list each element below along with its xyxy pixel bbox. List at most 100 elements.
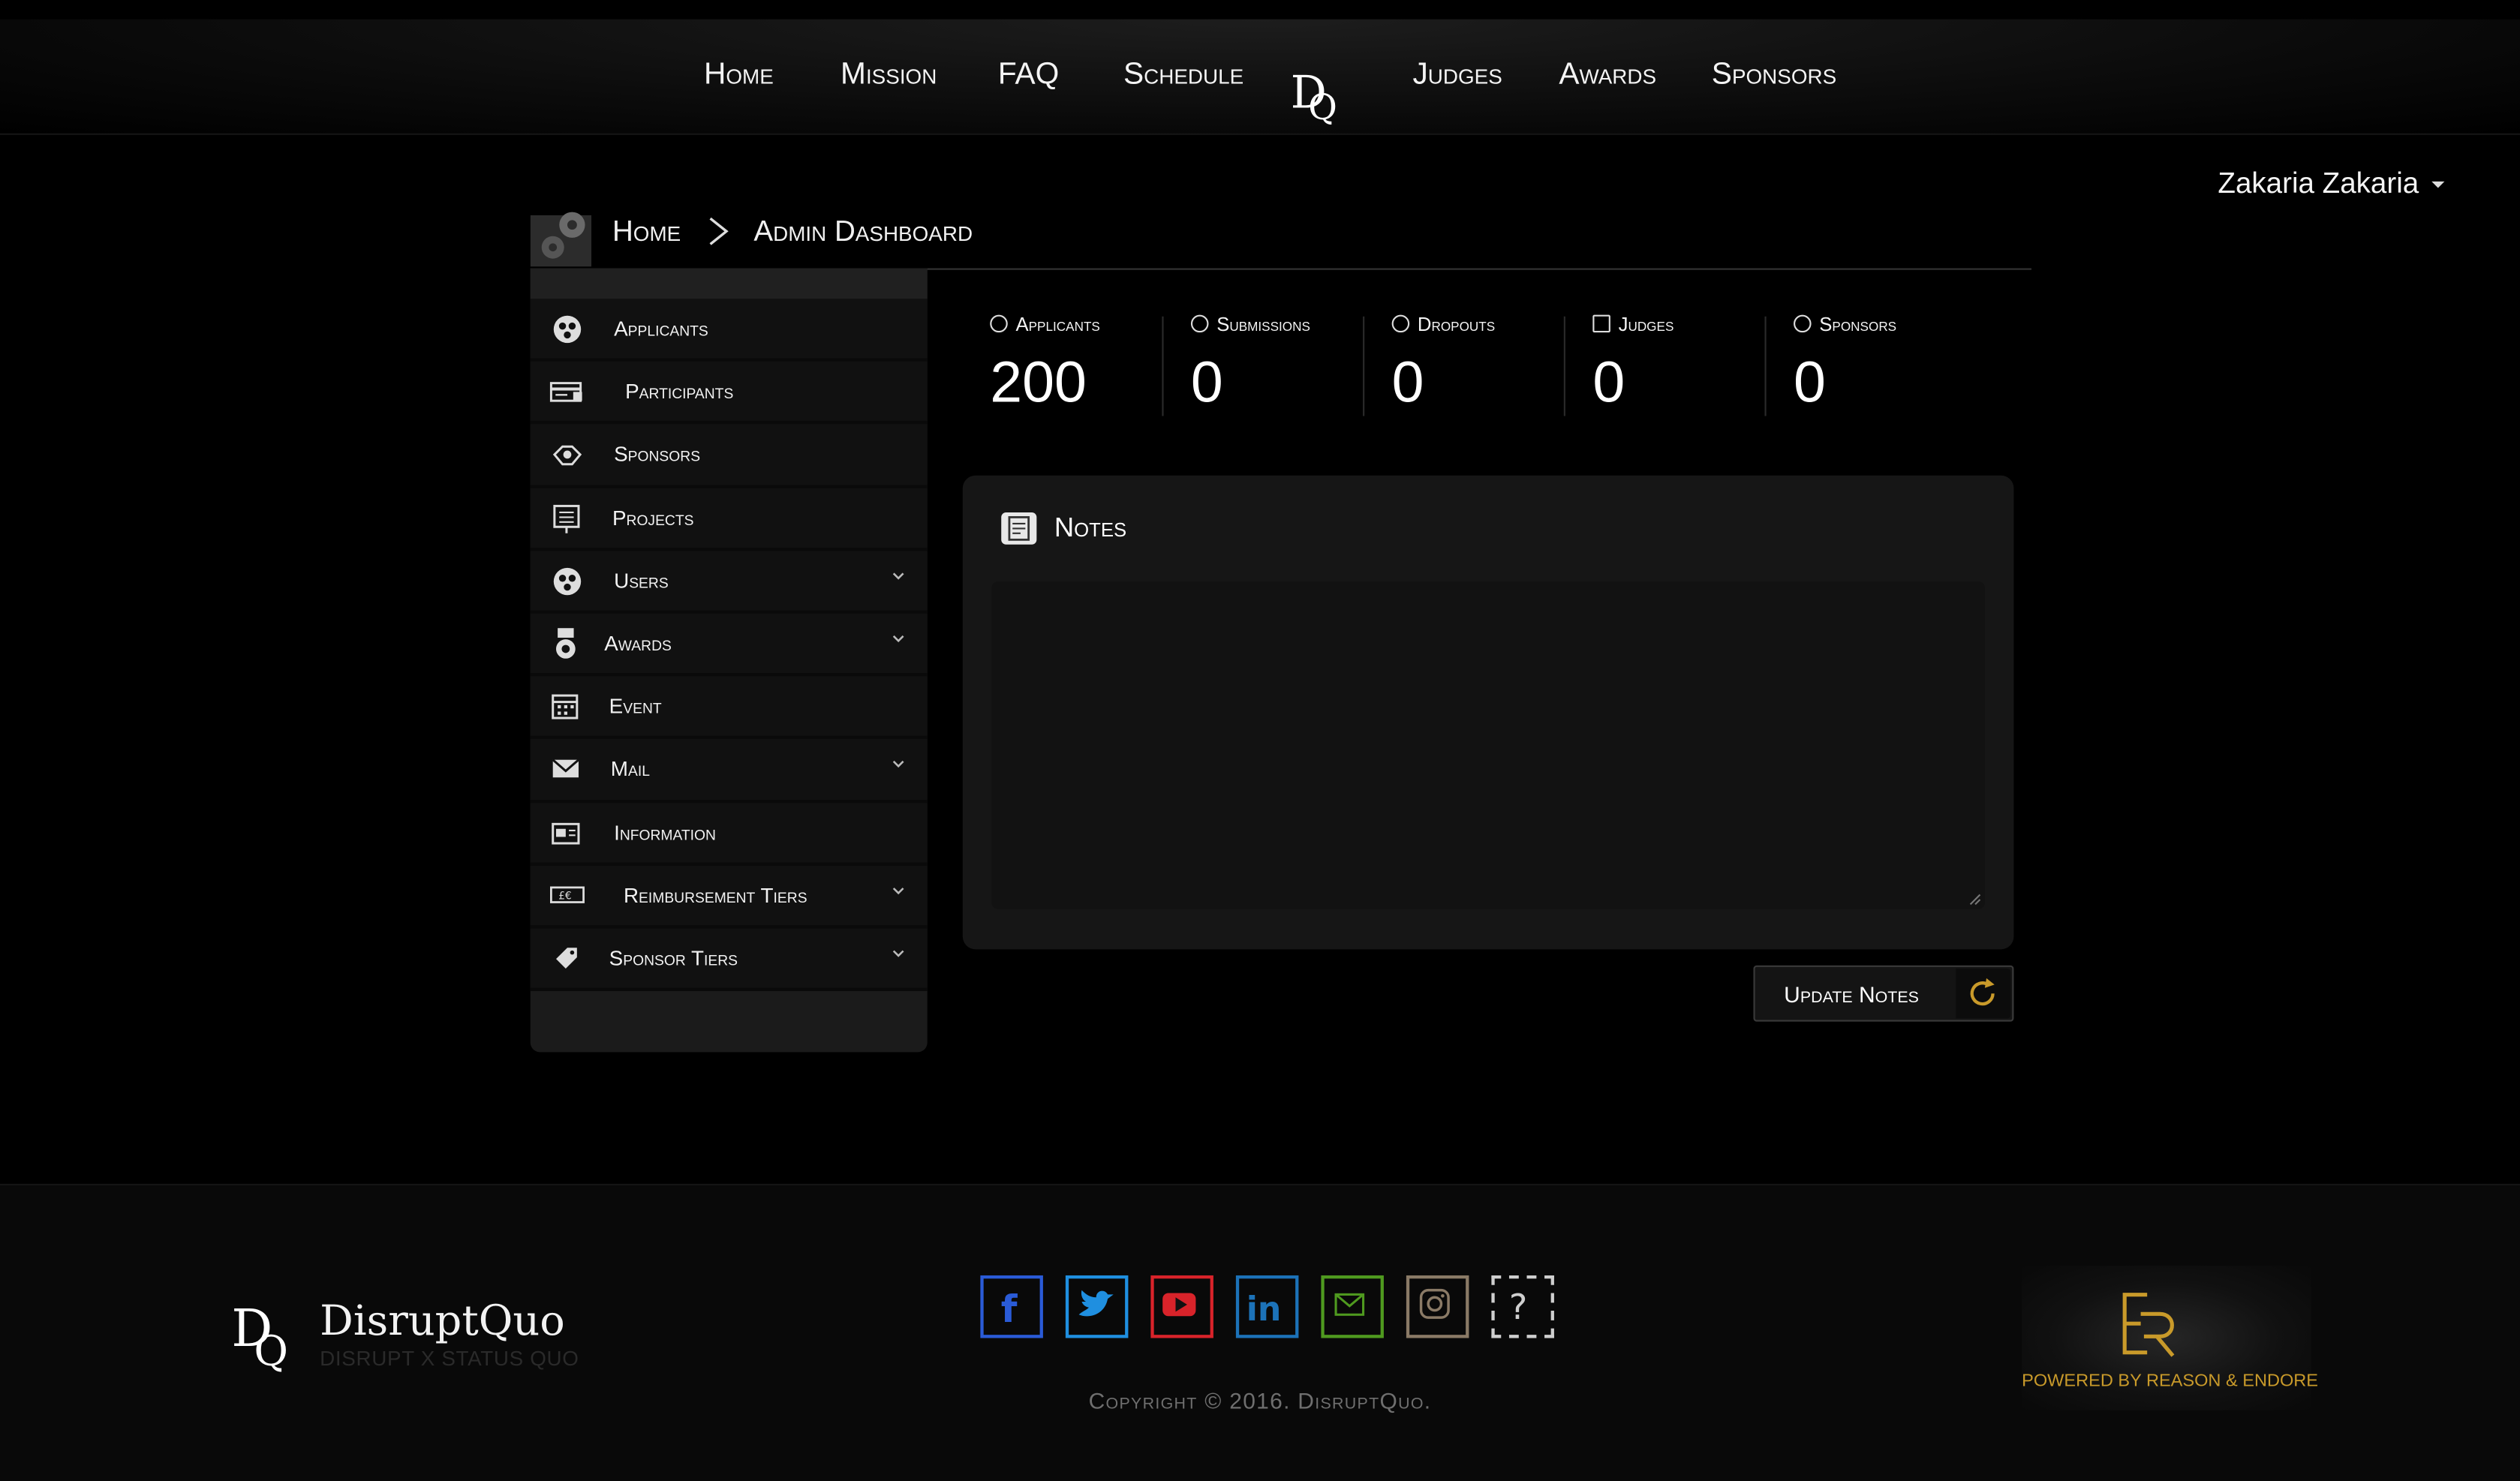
medal-icon <box>555 627 576 659</box>
notes-panel: Notes <box>962 475 2014 950</box>
linkedin-icon[interactable]: in <box>1235 1275 1299 1338</box>
sidebar-item-participants[interactable]: Participants <box>530 362 928 425</box>
youtube-icon[interactable] <box>1150 1275 1213 1338</box>
nav-faq[interactable]: FAQ <box>998 58 1059 93</box>
sidebar-item-label: Users <box>614 568 669 593</box>
sidebar: Applicants Participants Sponsors Project… <box>530 268 928 1053</box>
nav-schedule[interactable]: Schedule <box>1123 58 1243 93</box>
update-notes-label: Update Notes <box>1784 981 1919 1008</box>
user-menu[interactable]: Zakaria Zakaria <box>2218 167 2445 201</box>
nav-home[interactable]: Home <box>704 58 774 93</box>
svg-text:?: ? <box>1509 1287 1527 1327</box>
stat-value: 0 <box>1391 348 1424 415</box>
stat-value: 200 <box>990 348 1087 415</box>
refresh-icon <box>1956 969 2011 1019</box>
stat-applicants: Applicants 200 <box>990 310 1183 416</box>
dq-footer-logo-icon: D Q <box>231 1299 288 1376</box>
sidebar-item-sponsor-tiers[interactable]: Sponsor Tiers <box>530 928 928 992</box>
handshake-icon <box>1794 314 1812 333</box>
calendar-icon <box>552 694 579 719</box>
dropouts-icon <box>1391 314 1410 333</box>
chevron-down-icon <box>892 950 904 957</box>
footer-brand: DisruptQuo <box>320 1297 565 1347</box>
svg-text:Q: Q <box>1308 86 1337 128</box>
breadcrumb-current: Admin Dashboard <box>753 215 973 248</box>
presentation-icon <box>1592 314 1610 333</box>
stat-dropouts: Dropouts 0 <box>1391 310 1585 416</box>
id-card-icon <box>549 382 582 403</box>
stat-submissions: Submissions 0 <box>1190 310 1384 416</box>
chevron-right-icon <box>709 217 729 245</box>
stat-value: 0 <box>1592 348 1625 415</box>
powered-by-badge[interactable]: POWERED BY REASON & ENDORE <box>2022 1266 2319 1410</box>
sidebar-item-label: Mail <box>610 757 650 782</box>
nav-awards[interactable]: Awards <box>1559 58 1656 93</box>
sidebar-header <box>530 268 928 299</box>
chevron-down-icon <box>892 887 904 894</box>
sidebar-item-mail[interactable]: Mail <box>530 739 928 803</box>
twitter-icon[interactable] <box>1065 1275 1129 1338</box>
chevron-down-icon <box>892 761 904 768</box>
stat-divider <box>1764 316 1767 416</box>
help-icon[interactable]: ? <box>1491 1275 1554 1338</box>
chevron-down-icon <box>892 572 904 580</box>
nav-judges[interactable]: Judges <box>1412 58 1502 93</box>
notes-title: Notes <box>1054 512 1127 543</box>
powered-by-text: POWERED BY REASON & ENDORE <box>2022 1371 2319 1392</box>
caret-down-icon <box>2431 182 2445 189</box>
sidebar-item-sponsors[interactable]: Sponsors <box>530 425 928 488</box>
sidebar-item-reimbursement-tiers[interactable]: £€ Reimbursement Tiers <box>530 865 928 929</box>
facebook-icon[interactable]: f <box>980 1275 1043 1338</box>
applicants-icon <box>553 315 582 344</box>
breadcrumb: Home Admin Dashboard <box>530 206 2031 270</box>
stat-judges: Judges 0 <box>1592 310 1785 416</box>
dq-logo-icon[interactable]: D Q <box>1286 65 1350 132</box>
notes-icon <box>1001 512 1037 545</box>
sidebar-item-label: Event <box>609 694 662 719</box>
gears-icon <box>530 212 592 267</box>
breadcrumb-home[interactable]: Home <box>612 215 681 249</box>
footer: D Q DisruptQuo DISRUPT X STATUS QUO f in… <box>0 1183 2520 1481</box>
sidebar-item-event[interactable]: Event <box>530 676 928 740</box>
tag-icon <box>555 947 577 969</box>
nav-sponsors[interactable]: Sponsors <box>1712 58 1836 93</box>
top-navbar: Home Mission FAQ Schedule D Q Judges Awa… <box>0 19 2520 135</box>
stat-divider <box>1162 316 1164 416</box>
sidebar-item-label: Reimbursement Tiers <box>623 882 807 907</box>
sidebar-item-projects[interactable]: Projects <box>530 487 928 551</box>
ticket-icon: £€ <box>550 885 585 903</box>
update-notes-button[interactable]: Update Notes <box>1753 965 2014 1022</box>
sidebar-item-label: Awards <box>604 631 672 656</box>
applicants-icon <box>990 314 1008 333</box>
users-icon <box>553 567 582 595</box>
chevron-down-icon <box>892 635 904 642</box>
svg-text:in: in <box>1246 1290 1282 1329</box>
stat-value: 0 <box>1794 348 1826 415</box>
resize-handle-icon[interactable] <box>1968 893 1981 906</box>
newspaper-icon <box>552 822 580 844</box>
nav-mission[interactable]: Mission <box>841 58 937 93</box>
notes-textarea[interactable] <box>991 581 1985 909</box>
sidebar-item-label: Sponsor Tiers <box>609 945 738 970</box>
sidebar-item-users[interactable]: Users <box>530 550 928 614</box>
handshake-icon <box>552 446 582 467</box>
sidebar-item-label: Participants <box>625 379 734 404</box>
stat-value: 0 <box>1190 348 1223 415</box>
stat-label: Sponsors <box>1794 313 1896 335</box>
stat-divider <box>1563 316 1565 416</box>
sidebar-item-applicants[interactable]: Applicants <box>530 299 928 362</box>
stat-label: Judges <box>1592 313 1673 335</box>
sidebar-item-awards[interactable]: Awards <box>530 613 928 677</box>
user-name: Zakaria Zakaria <box>2218 167 2419 200</box>
stat-label: Applicants <box>990 313 1100 335</box>
stat-label: Dropouts <box>1391 313 1495 335</box>
footer-tagline: DISRUPT X STATUS QUO <box>320 1346 579 1371</box>
stat-label: Submissions <box>1190 313 1310 335</box>
sidebar-item-label: Applicants <box>614 316 708 341</box>
mail-icon[interactable] <box>1321 1275 1384 1338</box>
instagram-icon[interactable] <box>1406 1275 1469 1338</box>
stat-divider <box>1363 316 1365 416</box>
er-logo-icon <box>2122 1293 2175 1357</box>
svg-text:Q: Q <box>254 1327 288 1376</box>
sidebar-item-information[interactable]: Information <box>530 802 928 866</box>
